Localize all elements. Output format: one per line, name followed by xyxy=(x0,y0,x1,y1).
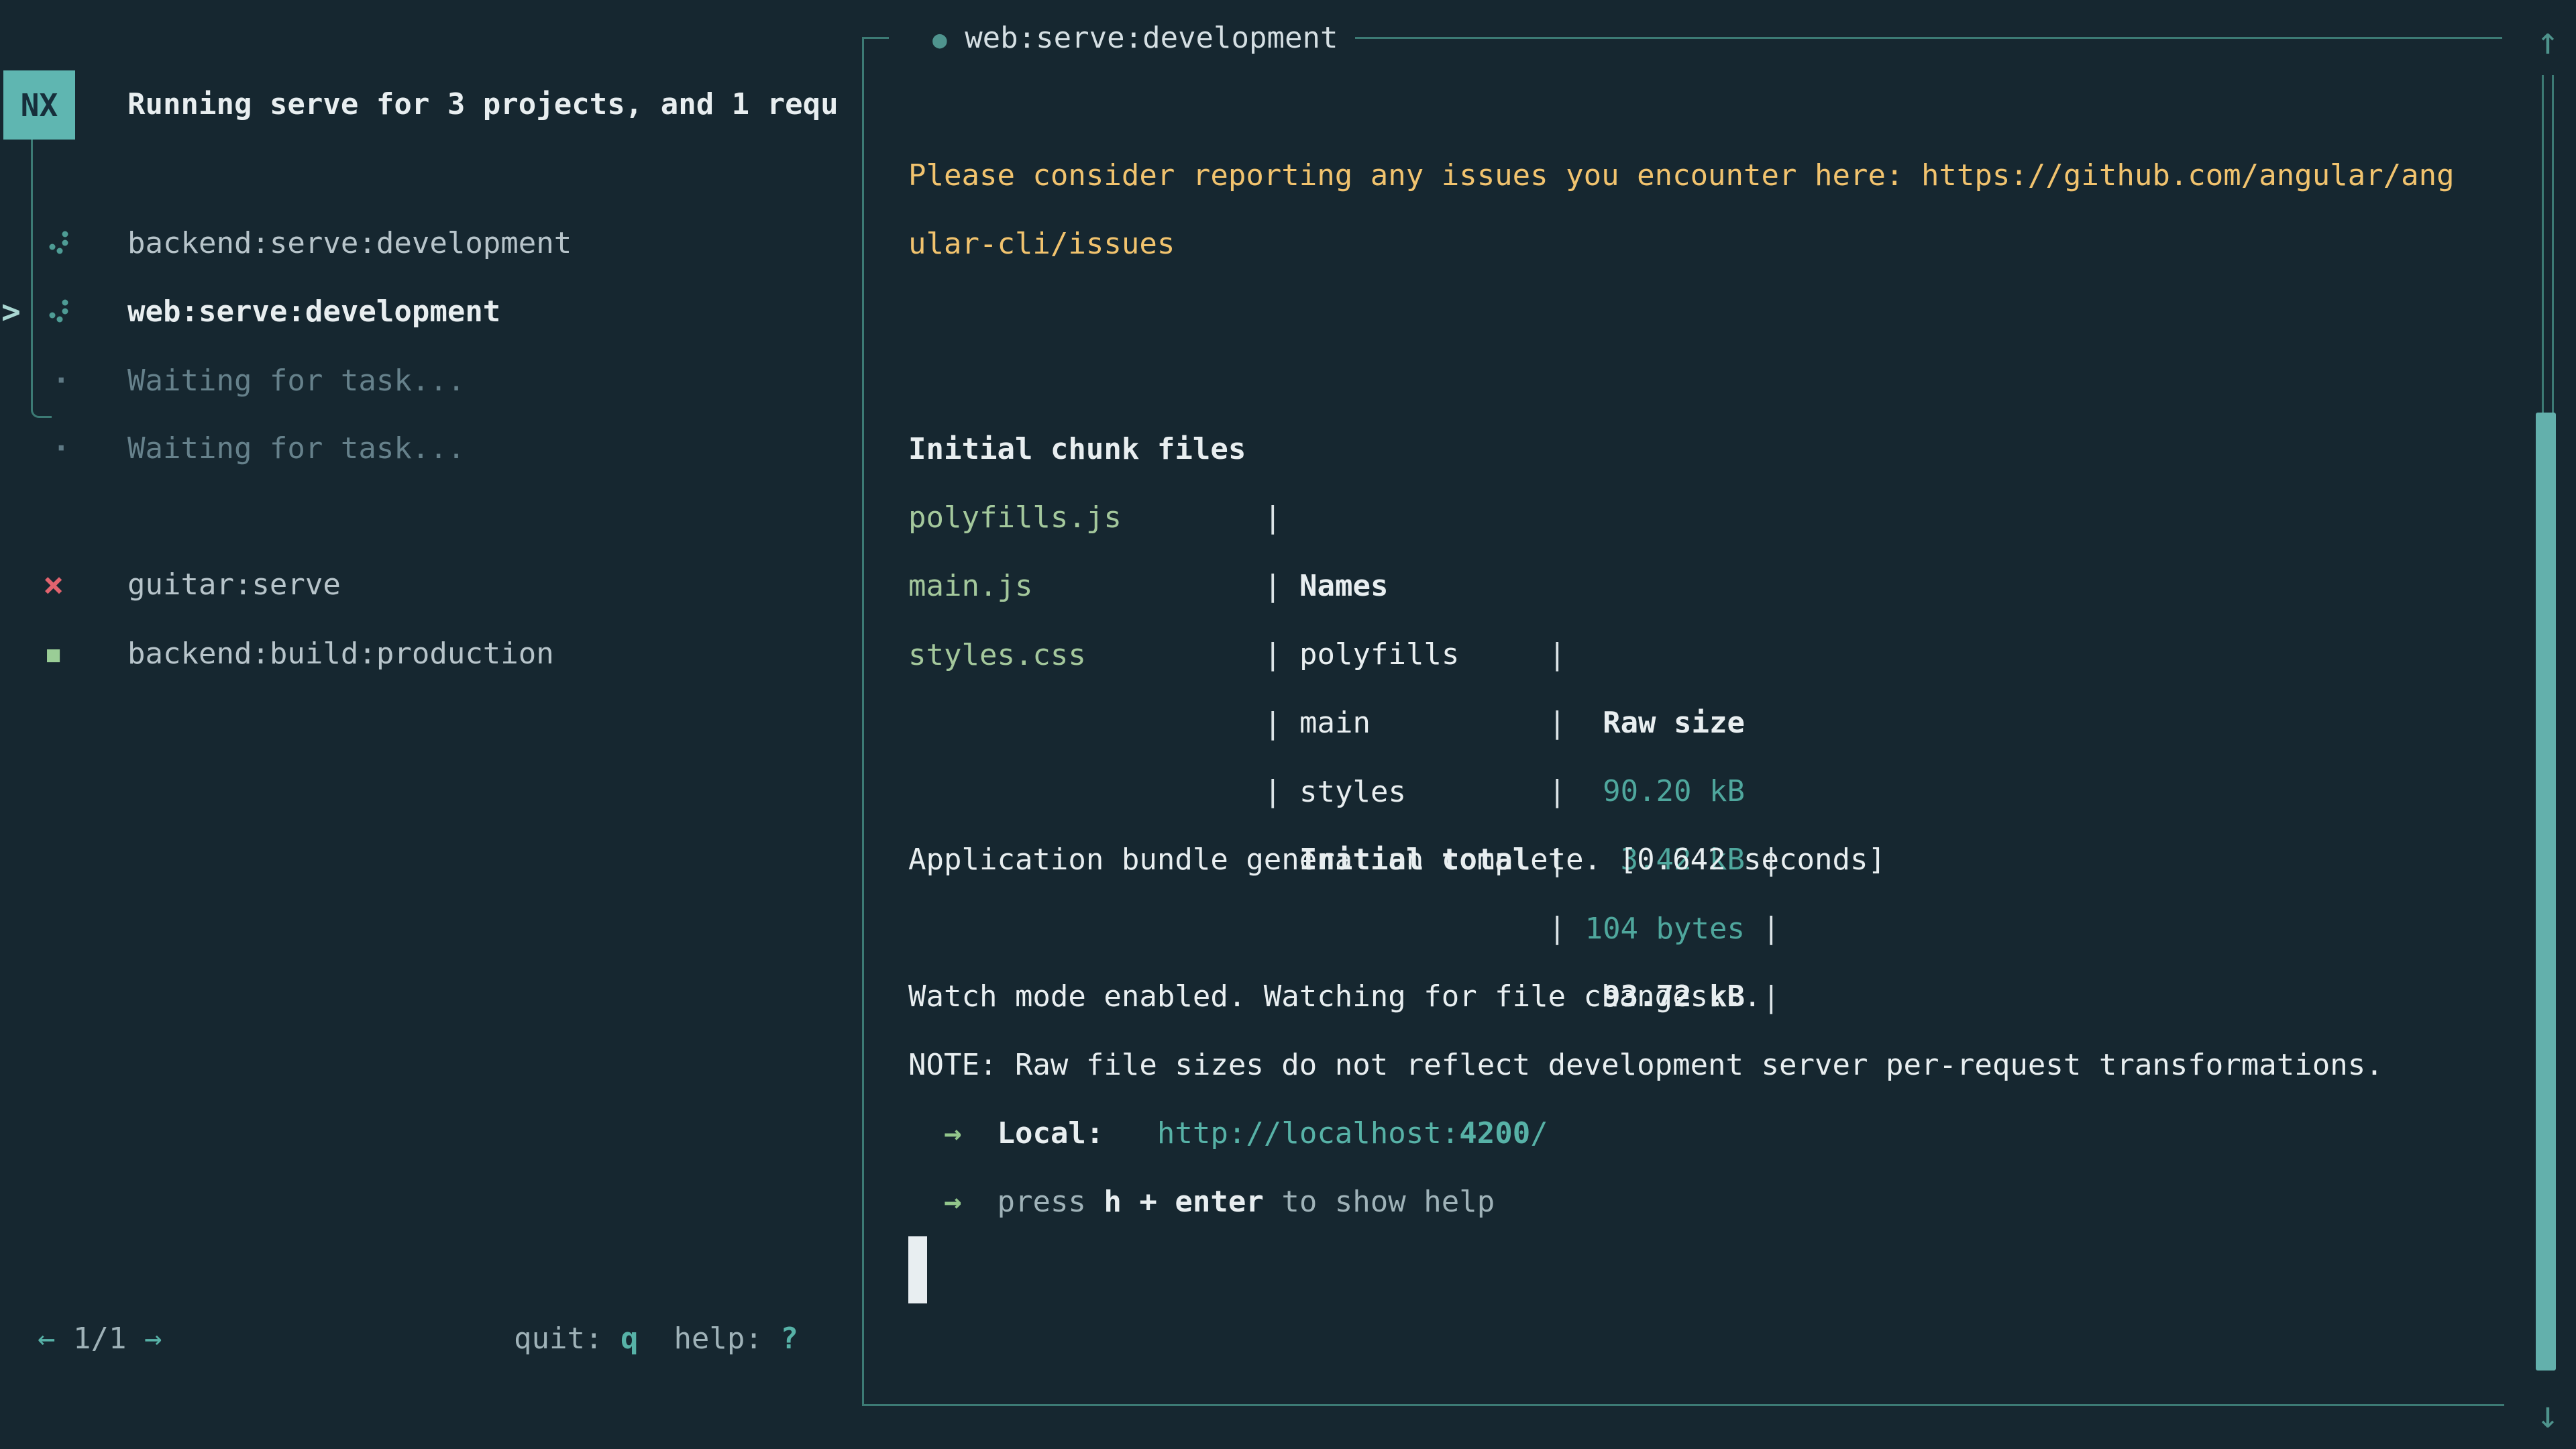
page-left-arrow-icon[interactable]: ← xyxy=(38,1322,56,1356)
column-separator: | xyxy=(1264,757,1282,826)
sidebar-task-waiting-1[interactable]: Waiting for task... xyxy=(127,347,465,415)
table-total-row: | Initial total | 93.72 kB xyxy=(0,689,142,1099)
bundle-complete-line: Application bundle generation complete. … xyxy=(908,826,1886,894)
quit-label: quit: xyxy=(514,1322,602,1356)
issue-report-line-1: Please consider reporting any issues you… xyxy=(908,142,2455,210)
panel-border-bottom xyxy=(862,1404,2504,1406)
sidebar-task-backend-serve[interactable]: backend:serve:development xyxy=(127,209,572,278)
column-separator: | xyxy=(1264,690,1282,758)
column-separator: | xyxy=(1548,757,1566,826)
panel-border-top xyxy=(1355,37,2502,39)
column-separator: | xyxy=(1548,621,1566,689)
sidebar-task-waiting-2[interactable]: Waiting for task... xyxy=(127,415,465,483)
column-separator: | xyxy=(1264,484,1282,552)
press-help-line: → press h + enter to show help xyxy=(908,1168,1495,1236)
column-separator: | xyxy=(1264,621,1282,689)
scrollbar-thumb[interactable] xyxy=(2536,413,2556,1371)
issue-report-line-2: ular-cli/issues xyxy=(908,210,1175,278)
panel-title: ● web:serve:development xyxy=(932,4,1338,74)
cell-name: main xyxy=(1299,689,1371,757)
column-separator: | xyxy=(1762,894,1780,963)
prompt-arrow-icon: → xyxy=(944,1185,962,1219)
quit-key: q xyxy=(602,1322,638,1356)
cell-size: 90.20 kB xyxy=(1584,757,1745,826)
column-separator: | xyxy=(1264,552,1282,621)
column-separator: | xyxy=(1548,894,1566,963)
sidebar-task-web-serve-selected[interactable]: web:serve:development xyxy=(127,278,500,346)
pagination: ← 1/1 → xyxy=(38,1305,162,1373)
selected-task-caret-icon: > xyxy=(1,278,21,346)
sidebar-task-guitar-serve[interactable]: guitar:serve xyxy=(127,551,341,619)
spinner-icon xyxy=(48,228,71,259)
scrollbar-track[interactable] xyxy=(2542,75,2554,413)
local-url-line: → Local: http://localhost:4200/ xyxy=(908,1099,1548,1168)
scroll-up-arrow-icon[interactable]: ↑ xyxy=(2528,7,2568,76)
scroll-down-arrow-icon[interactable]: ↓ xyxy=(2528,1381,2568,1449)
panel-title-text: web:serve:development xyxy=(947,21,1338,55)
cell-name: polyfills xyxy=(1299,621,1459,689)
sidebar-title: Running serve for 3 projects, and 1 requ xyxy=(127,70,857,139)
cell-size: 104 bytes xyxy=(1584,895,1745,963)
keybind-help: quit: q help: ? xyxy=(514,1305,798,1373)
panel-border-left xyxy=(862,37,864,1406)
help-label: help: xyxy=(638,1322,762,1356)
nx-logo: NX xyxy=(3,70,75,140)
local-port: 4200 xyxy=(1459,1116,1530,1150)
terminal-cursor xyxy=(908,1236,927,1303)
panel-border-top-stub xyxy=(862,37,889,39)
column-separator: | xyxy=(1548,689,1566,757)
note-line: NOTE: Raw file sizes do not reflect deve… xyxy=(908,1031,2383,1099)
cell-name: styles xyxy=(1299,758,1406,826)
page-indicator: 1/1 xyxy=(56,1322,144,1356)
local-url[interactable]: http://localhost:4200/ xyxy=(1157,1116,1548,1150)
press-prefix: press xyxy=(997,1185,1104,1219)
press-suffix: to show help xyxy=(1264,1185,1495,1219)
page-right-arrow-icon[interactable]: → xyxy=(144,1322,162,1356)
header-files: Initial chunk files xyxy=(908,415,1246,484)
cell-file: styles.css xyxy=(908,621,1086,690)
prompt-arrow-icon: → xyxy=(944,1116,962,1150)
cell-file: polyfills.js xyxy=(908,484,1122,552)
watch-mode-line: Watch mode enabled. Watching for file ch… xyxy=(908,963,1762,1031)
column-separator: | xyxy=(1762,963,1780,1032)
cell-file: main.js xyxy=(908,552,1032,621)
running-status-dot-icon: ● xyxy=(932,26,947,54)
local-label: Local: xyxy=(997,1116,1104,1150)
header-names: Names xyxy=(1299,552,1388,621)
header-size: Raw size xyxy=(1584,689,1745,757)
nx-terminal-ui: NX Running serve for 3 projects, and 1 r… xyxy=(0,0,2576,1449)
press-keys: h + enter xyxy=(1104,1185,1263,1219)
spinner-icon xyxy=(48,297,71,327)
sidebar-task-backend-build[interactable]: backend:build:production xyxy=(127,620,554,688)
help-key: ? xyxy=(763,1322,798,1356)
